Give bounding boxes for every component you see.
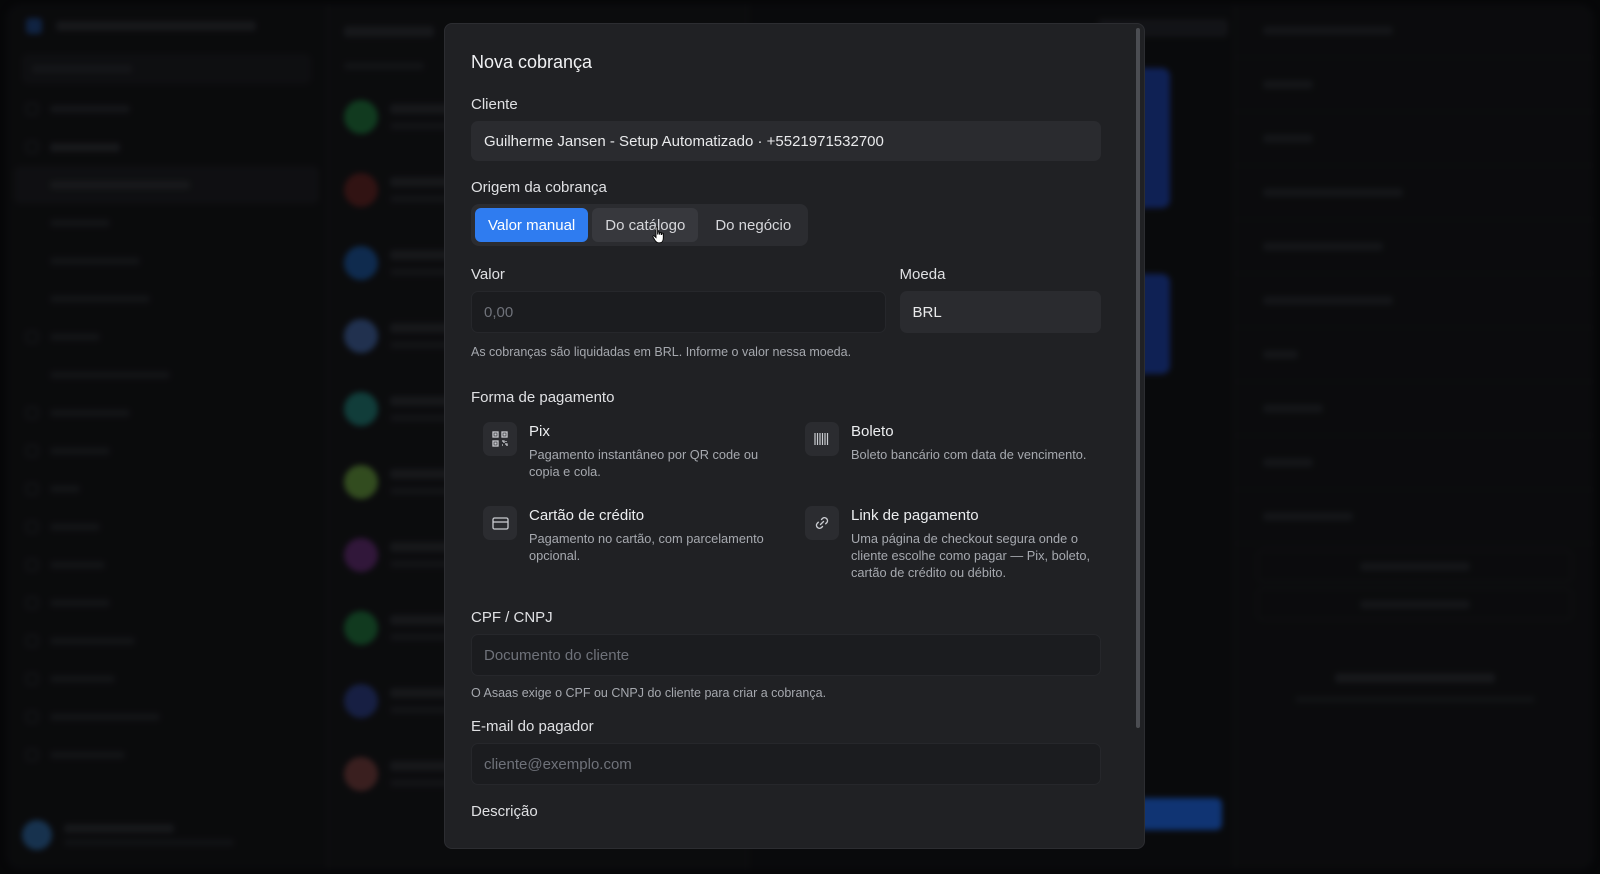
valor-hint: As cobranças são liquidadas em BRL. Info… [471,345,852,359]
valor-label: Valor [471,266,505,283]
descricao-label: Descrição [471,803,538,820]
link-title: Link de pagamento [851,507,979,524]
payment-method-pix[interactable]: Pix Pagamento instantâneo por QR code ou… [483,422,805,480]
documento-label: CPF / CNPJ [471,609,553,626]
cartao-title: Cartão de crédito [529,507,645,524]
link-icon [805,506,839,540]
cliente-label: Cliente [471,96,518,113]
payment-method-boleto[interactable]: Boleto Boleto bancário com data de venci… [805,422,1115,480]
origem-label: Origem da cobrança [471,179,607,196]
origem-negocio-button[interactable]: Do negócio [702,208,804,242]
moeda-select[interactable]: BRL [899,291,1101,333]
payment-method-link[interactable]: Link de pagamento Uma página de checkout… [805,506,1115,581]
dialog-scrollbar[interactable] [1136,28,1140,728]
credit-card-icon [483,506,517,540]
documento-input[interactable] [471,634,1101,676]
qr-code-icon [483,422,517,456]
origem-catalogo-button[interactable]: Do catálogo [592,208,699,244]
pix-title: Pix [529,423,550,440]
dialog-content: Nova cobrança Cliente Guilherme Jansen -… [445,24,1137,848]
email-label: E-mail do pagador [471,718,594,735]
pix-desc: Pagamento instantâneo por QR code ou cop… [529,447,759,479]
dialog-title: Nova cobrança [471,52,593,72]
email-input[interactable] [471,743,1101,785]
boleto-desc: Boleto bancário com data de vencimento. [851,447,1087,462]
boleto-title: Boleto [851,423,894,440]
moeda-label: Moeda [899,266,946,283]
forma-pagamento-label: Forma de pagamento [471,389,615,406]
payment-methods: Pix Pagamento instantâneo por QR code ou… [471,422,1101,581]
origem-segmented-control: Valor manual Do catálogo Do negócio [471,204,809,246]
cliente-select[interactable]: Guilherme Jansen - Setup Automatizado · … [471,121,1101,161]
origem-valor-manual-button[interactable]: Valor manual [475,208,589,242]
barcode-icon [805,422,839,456]
cartao-desc: Pagamento no cartão, com parcelamento op… [529,531,764,563]
new-charge-dialog: Nova cobrança Cliente Guilherme Jansen -… [444,23,1145,849]
documento-hint: O Asaas exige o CPF ou CNPJ do cliente p… [471,686,827,700]
origem-catalogo-label: Do catálogo [605,216,686,234]
link-desc: Uma página de checkout segura onde o cli… [851,531,1091,580]
pointer-cursor-icon [652,226,665,244]
payment-method-cartao[interactable]: Cartão de crédito Pagamento no cartão, c… [483,506,805,581]
valor-input[interactable] [471,291,886,333]
